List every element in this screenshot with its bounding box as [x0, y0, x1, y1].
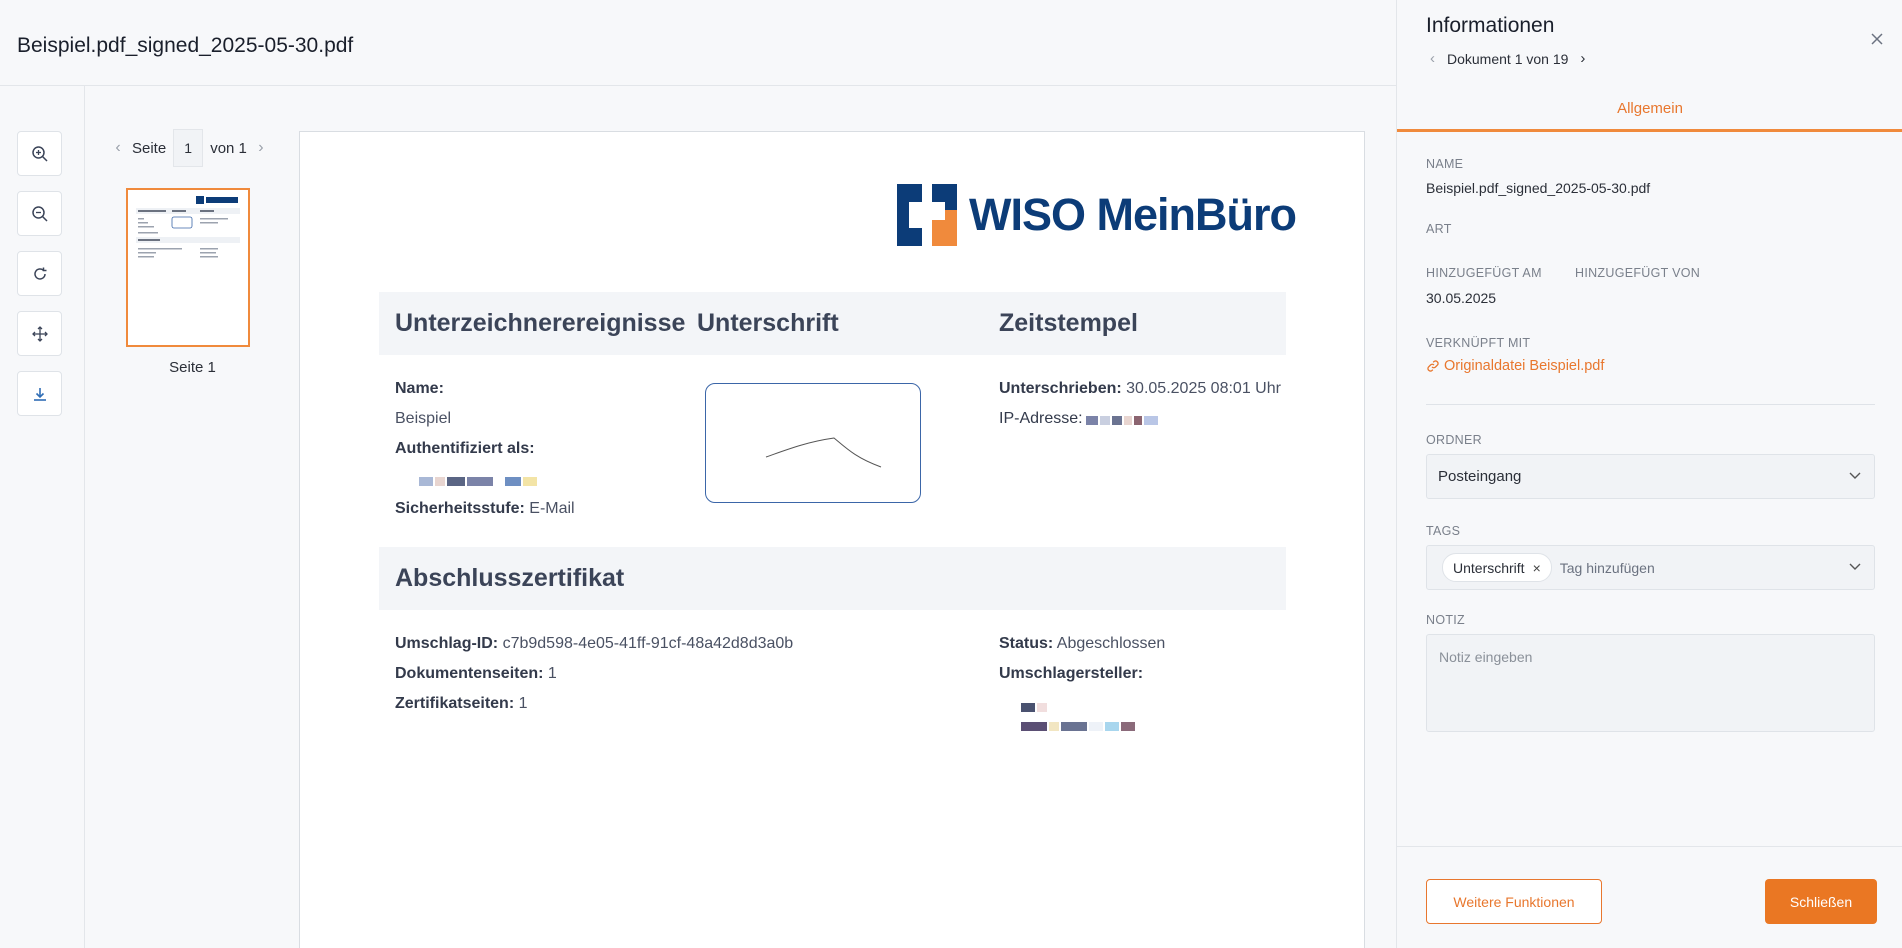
- signed-at: Unterschrieben: 30.05.2025 08:01 Uhr: [999, 380, 1281, 397]
- zoom-out-button[interactable]: [17, 191, 62, 236]
- chevron-down-icon: [1849, 472, 1861, 479]
- folder-select[interactable]: Posteingang: [1426, 454, 1875, 499]
- download-icon: [33, 387, 46, 401]
- note-field[interactable]: Notiz eingeben: [1426, 634, 1875, 732]
- remove-tag-icon[interactable]: ×: [1533, 560, 1541, 576]
- redacted-creator-name: [1021, 703, 1047, 712]
- col-timestamp: Zeitstempel: [999, 309, 1138, 337]
- next-document-icon[interactable]: ›: [1580, 50, 1585, 67]
- next-page-icon[interactable]: ›: [254, 139, 268, 157]
- linked-file-name: Originaldatei Beispiel.pdf: [1444, 358, 1605, 374]
- tab-general[interactable]: Allgemein: [1397, 88, 1902, 132]
- status: Status: Abgeschlossen: [999, 635, 1166, 652]
- linked-file-link[interactable]: Originaldatei Beispiel.pdf: [1426, 358, 1604, 374]
- name-value: Beispiel: [395, 410, 452, 427]
- chevron-down-icon: [1849, 563, 1861, 570]
- panel-title: Informationen: [1426, 14, 1555, 37]
- pdf-page: WISO MeinBüro Unterzeichnerereignisse Un…: [299, 131, 1365, 948]
- type-label: ART: [1426, 222, 1452, 236]
- viewer-toolbar: [0, 86, 85, 948]
- rotate-icon: [33, 267, 46, 280]
- redacted-creator-email: [1021, 722, 1135, 731]
- redacted-ip: [1086, 416, 1158, 425]
- added-on-label: HINZUGEFÜGT AM: [1426, 266, 1542, 280]
- close-button[interactable]: Schließen: [1765, 879, 1877, 924]
- col-signer-events: Unterzeichnerereignisse: [395, 309, 686, 337]
- rotate-button[interactable]: [17, 251, 62, 296]
- move-icon: [31, 325, 48, 342]
- tags-label: TAGS: [1426, 524, 1461, 538]
- document-pages: Dokumentenseiten: 1: [395, 665, 557, 682]
- close-icon[interactable]: [1868, 30, 1886, 48]
- page-suffix: von 1: [210, 139, 247, 157]
- tag-chip: Unterschrift ×: [1442, 553, 1552, 582]
- thumbnail-sidebar: ‹ Seite 1 von 1 › Seite 1: [86, 86, 299, 948]
- zoom-in-icon: [31, 145, 48, 162]
- tag-placeholder: Tag hinzufügen: [1559, 559, 1655, 576]
- signature-image: [765, 437, 882, 468]
- linked-label: VERKNÜPFT MIT: [1426, 336, 1531, 350]
- download-button[interactable]: [17, 371, 62, 416]
- document-viewer: Beispiel.pdf_signed_2025-05-30.pdf ‹ Sei…: [0, 0, 1396, 948]
- note-label: NOTIZ: [1426, 613, 1465, 627]
- prev-document-icon[interactable]: ‹: [1430, 50, 1435, 67]
- signer-events-header: Unterzeichnerereignisse Unterschrift Zei…: [379, 292, 1286, 355]
- security-level: Sicherheitsstufe: E-Mail: [395, 500, 575, 517]
- tags-input[interactable]: Unterschrift × Tag hinzufügen: [1426, 545, 1875, 590]
- page-thumbnail[interactable]: [126, 188, 250, 347]
- logo-text: WISO MeinBüro: [969, 189, 1297, 240]
- wiso-logo: WISO MeinBüro: [897, 184, 1297, 246]
- pan-button[interactable]: [17, 311, 62, 356]
- thumbnail-label: Seite 1: [169, 359, 216, 376]
- envelope-id: Umschlag-ID: c7b9d598-4e05-41ff-91cf-48a…: [395, 635, 794, 652]
- prev-page-icon[interactable]: ‹: [111, 139, 125, 157]
- page-prefix: Seite: [132, 139, 167, 157]
- added-by-label: HINZUGEFÜGT VON: [1575, 266, 1701, 280]
- panel-footer: Weitere Funktionen Schließen: [1397, 846, 1902, 948]
- name-label: Name:: [395, 380, 444, 397]
- divider: [1426, 404, 1875, 405]
- document-title: Beispiel.pdf_signed_2025-05-30.pdf: [17, 34, 354, 57]
- zoom-in-button[interactable]: [17, 131, 62, 176]
- more-functions-button[interactable]: Weitere Funktionen: [1426, 879, 1602, 924]
- certificate-title: Abschlusszertifikat: [395, 564, 625, 592]
- tag-label: Unterschrift: [1453, 559, 1525, 576]
- added-on-value: 30.05.2025: [1426, 290, 1497, 306]
- folder-label: ORDNER: [1426, 433, 1482, 447]
- auth-label: Authentifiziert als:: [395, 440, 535, 457]
- page-pager: ‹ Seite 1 von 1 ›: [111, 129, 268, 167]
- certificate-header: Abschlusszertifikat: [379, 547, 1286, 610]
- zoom-out-icon: [31, 205, 48, 222]
- certificate-pages: Zertifikatseiten: 1: [395, 695, 528, 712]
- ip-address: IP-Adresse:: [999, 410, 1083, 427]
- signature-box: [705, 383, 921, 503]
- document-navigation: ‹ Dokument 1 von 19 ›: [1430, 50, 1585, 67]
- wiso-logo-icon: [897, 184, 957, 246]
- document-counter: Dokument 1 von 19: [1447, 50, 1569, 67]
- thumbnail-preview: [136, 196, 240, 258]
- redacted-email: [419, 477, 537, 486]
- link-icon: [1427, 360, 1439, 372]
- envelope-creator: Umschlagersteller:: [999, 665, 1144, 682]
- info-panel: Informationen ‹ Dokument 1 von 19 › Allg…: [1396, 0, 1902, 948]
- viewer-header: Beispiel.pdf_signed_2025-05-30.pdf: [0, 0, 1396, 86]
- page-number-input[interactable]: 1: [173, 129, 204, 167]
- name-value: Beispiel.pdf_signed_2025-05-30.pdf: [1426, 180, 1651, 196]
- col-signature: Unterschrift: [697, 309, 839, 337]
- folder-value: Posteingang: [1438, 468, 1522, 485]
- name-label: NAME: [1426, 157, 1464, 171]
